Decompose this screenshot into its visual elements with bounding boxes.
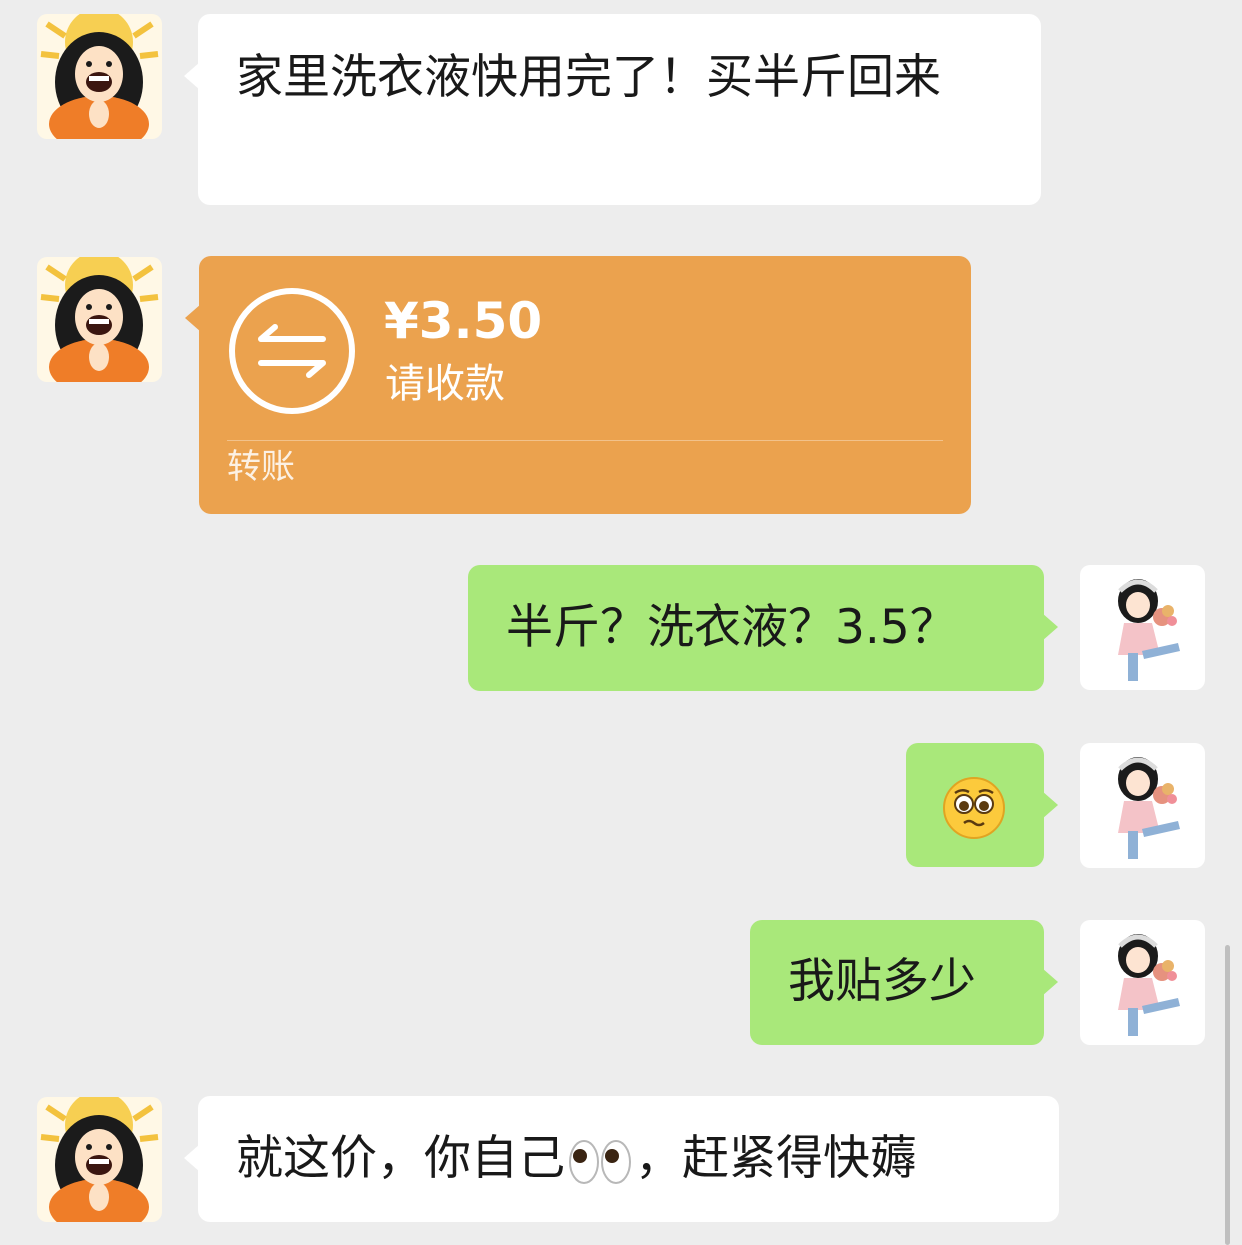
transfer-arrows-icon <box>229 288 355 414</box>
message-bubble-incoming[interactable]: 就这价，你自己 ，赶紧得快薅 <box>184 1096 1059 1222</box>
contact-avatar-image <box>37 14 162 139</box>
contact-avatar-image <box>37 1097 162 1222</box>
eyes-emoji <box>569 1139 631 1184</box>
pleading-face-emoji <box>943 776 1005 839</box>
my-avatar-image <box>1080 565 1205 690</box>
message-bubble-outgoing[interactable] <box>906 743 1058 867</box>
message-bubble-outgoing[interactable]: 半斤？洗衣液？3.5？ <box>468 565 1058 691</box>
contact-avatar[interactable] <box>37 1097 162 1222</box>
scrollbar[interactable] <box>1225 945 1230 1245</box>
transfer-card[interactable]: ¥3.50 请收款 转账 <box>185 256 971 514</box>
contact-avatar[interactable] <box>37 14 162 139</box>
message-bubble-incoming[interactable]: 家里洗衣液快用完了！买半斤回来 <box>184 14 1041 205</box>
transfer-status: 请收款 <box>385 361 505 407</box>
my-avatar[interactable] <box>1080 565 1205 690</box>
transfer-label: 转账 <box>227 447 295 487</box>
my-avatar-image <box>1080 743 1205 868</box>
my-avatar[interactable] <box>1080 743 1205 868</box>
message-text: ，赶紧得快薅 <box>635 1131 917 1186</box>
my-avatar[interactable] <box>1080 920 1205 1045</box>
contact-avatar[interactable] <box>37 257 162 382</box>
message-text: 就这价，你自己 <box>236 1131 565 1186</box>
contact-avatar-image <box>37 257 162 382</box>
message-text: 半斤？洗衣液？3.5？ <box>506 600 957 655</box>
message-text: 家里洗衣液快用完了！买半斤回来 <box>236 50 941 105</box>
message-bubble-outgoing[interactable]: 我贴多少 <box>750 920 1058 1045</box>
transfer-amount: ¥3.50 <box>384 292 543 350</box>
transfer-divider <box>227 440 943 441</box>
message-text: 我贴多少 <box>788 954 976 1009</box>
my-avatar-image <box>1080 920 1205 1045</box>
